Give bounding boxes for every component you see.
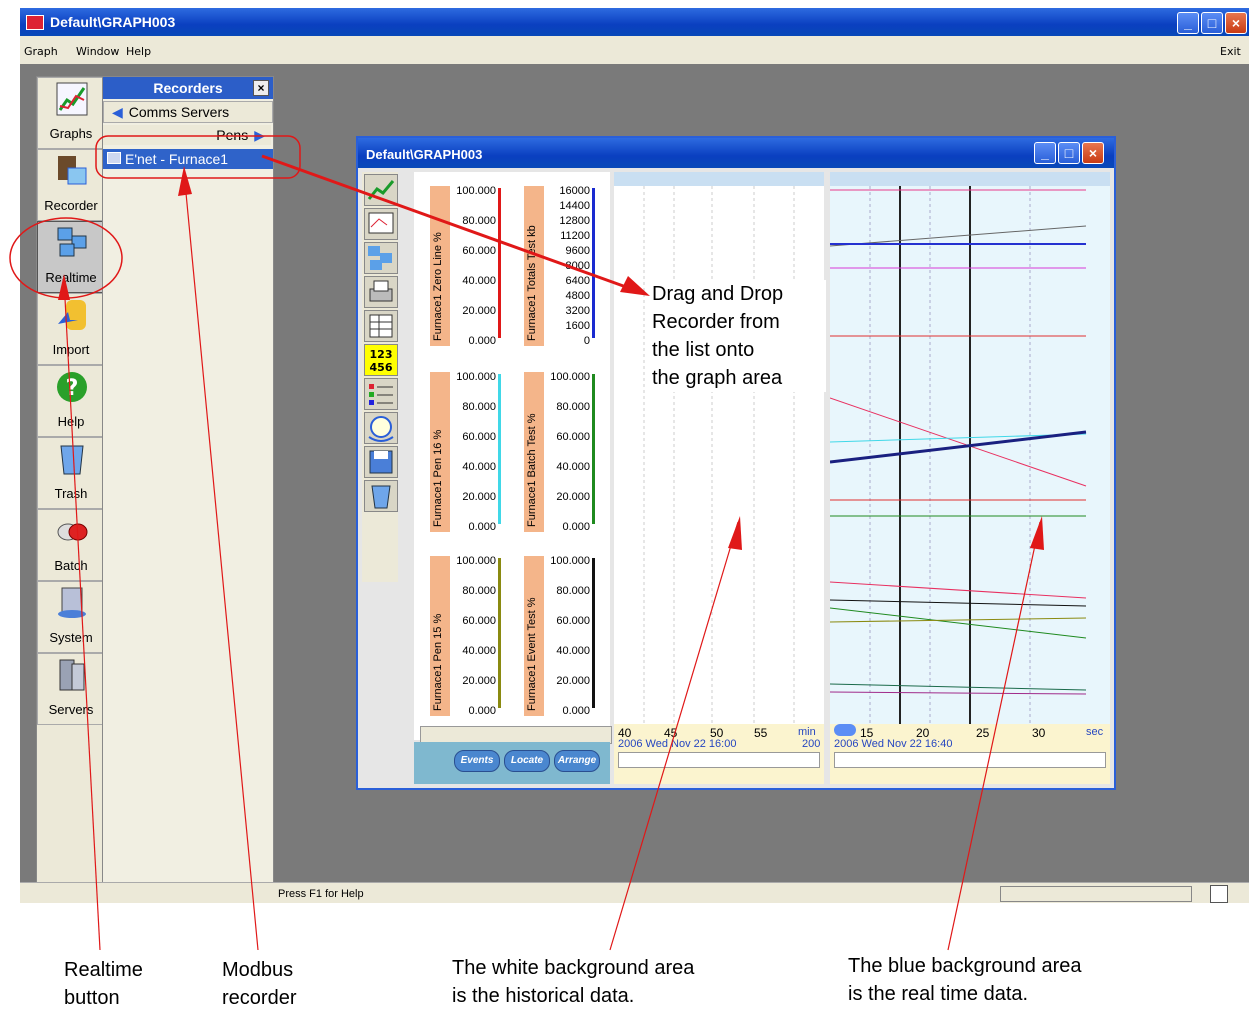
annotation-line: The white background area xyxy=(452,957,695,979)
annotation-line: the list onto xyxy=(652,339,755,361)
blue-area-annotation: The blue background area is the real tim… xyxy=(848,952,1082,1008)
realtime-annotation: Realtime button xyxy=(64,956,143,1012)
annotation-line: the graph area xyxy=(652,367,783,389)
annotation-line: Modbus xyxy=(222,959,294,981)
annotation-line: button xyxy=(64,987,120,1009)
annotation-line: Recorder from xyxy=(652,311,780,333)
annotation-overlay xyxy=(9,135,1044,951)
annotation-line: Drag and Drop xyxy=(652,283,784,305)
annotation-line: Realtime xyxy=(64,959,143,981)
white-area-annotation: The white background area is the histori… xyxy=(452,954,694,1010)
annotation-line: The blue background area xyxy=(848,955,1082,977)
annotation-line: is the real time data. xyxy=(848,983,1029,1005)
modbus-annotation: Modbus recorder xyxy=(222,956,296,1012)
annotation-line: is the historical data. xyxy=(452,985,635,1007)
annotation-line: recorder xyxy=(222,987,297,1009)
drag-drop-annotation: Drag and Drop Recorder from the list ont… xyxy=(652,280,826,392)
